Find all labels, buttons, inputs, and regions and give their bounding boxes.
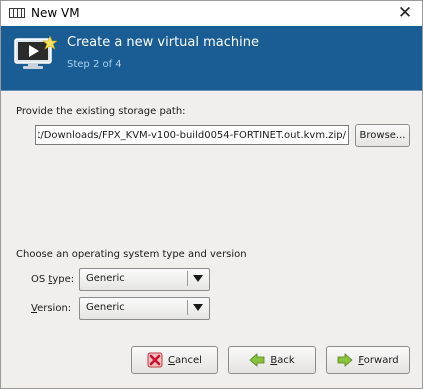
version-label: Version: [31,303,72,314]
storage-path-input[interactable] [35,125,349,145]
wizard-header: Create a new virtual machine Step 2 of 4 [1,26,422,90]
cancel-icon [147,352,163,368]
virt-manager-app-icon [9,8,25,18]
back-button[interactable]: Back [228,346,316,374]
close-icon[interactable]: ✕ [394,4,416,22]
back-arrow-icon [249,353,265,367]
forward-label: Forward [358,354,399,366]
browse-button[interactable]: Browse... [355,124,410,147]
wizard-step: Step 2 of 4 [67,59,122,70]
cancel-button[interactable]: Cancel [131,346,218,374]
os-type-label: OS type: [31,274,75,285]
os-type-value: Generic [86,273,125,284]
combo-separator [187,300,188,315]
window-title: New VM [31,6,80,20]
forward-arrow-icon [337,353,353,367]
browse-button-label: Browse... [359,130,406,141]
chevron-down-icon [193,275,203,282]
chevron-down-icon [193,304,203,311]
back-label: Back [270,354,295,366]
window-titlebar[interactable]: New VM ✕ [0,0,423,26]
storage-path-label: Provide the existing storage path: [16,106,186,117]
vm-monitor-icon [14,35,57,69]
header-divider [1,90,422,91]
version-value: Generic [86,302,125,313]
os-section-label: Choose an operating system type and vers… [16,249,247,260]
version-select[interactable]: Generic [79,297,210,320]
os-type-select[interactable]: Generic [79,268,210,291]
combo-separator [187,271,188,286]
wizard-title: Create a new virtual machine [67,35,259,50]
cancel-label: Cancel [168,354,202,366]
forward-button[interactable]: Forward [326,346,410,374]
